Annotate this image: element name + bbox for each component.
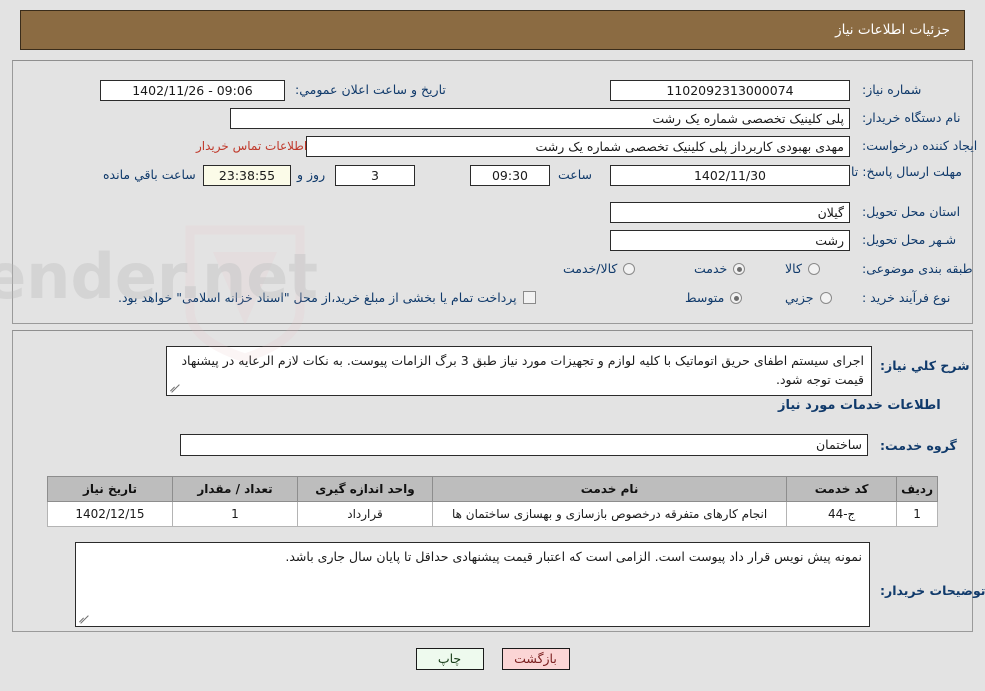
need-summary-textarea[interactable]: اجرای سیستم اطفای حریق اتوماتیک با کلیه … [166,346,872,396]
category-option-goods[interactable]: کالا [785,261,820,276]
cell-code: ج-44 [786,501,898,527]
table-row: 1 ج-44 انجام کارهای متفرقه درخصوص بازساز… [47,501,938,527]
th-date: تاریخ نیاز [47,476,173,502]
category-option-goods-label: کالا [785,261,802,276]
buyer-notes-text: نمونه پیش نویس قرار داد پیوست است. الزام… [285,549,862,564]
province-label-row: استان محل تحویل: [862,204,960,219]
cell-qty: 1 [172,501,298,527]
need-summary-label-wrap: شرح کلي نیاز: [880,358,969,373]
th-row: ردیف [896,476,938,502]
deadline-days-field: 3 [335,165,415,186]
buyer-org-field: پلی کلینیک تخصصی شماره یک رشت [230,108,850,129]
page-root: جزئیات اطلاعات نیاز شماره نیاز: 11020923… [0,0,985,691]
category-label-row: طبقه بندی موضوعی: [862,261,973,276]
purchase-process-label: نوع فرآیند خرید : [862,290,951,305]
radio-minor-icon[interactable] [819,291,832,304]
treasury-docs-checkbox-row[interactable]: پرداخت تمام یا بخشی از مبلغ خرید،از محل … [118,290,536,305]
deadline-date-field: 1402/11/30 [610,165,850,186]
process-option-medium-label: متوسط [685,290,725,305]
countdown-suffix: ساعت باقي مانده [103,167,196,182]
service-group-field: ساختمان [180,434,868,456]
cell-date: 1402/12/15 [47,501,173,527]
deadline-time-label: ساعت [558,167,593,182]
countdown-field: 23:38:55 [203,165,291,186]
deadline-time-field: 09:30 [470,165,550,186]
category-option-service[interactable]: خدمت [694,261,746,276]
deadline-days-suffix: روز و [297,167,326,182]
buyer-org-label: نام دستگاه خریدار: [862,110,961,125]
need-number-field: 1102092313000074 [610,80,850,101]
th-qty: تعداد / مقدار [172,476,298,502]
buyer-notes-textarea[interactable]: نمونه پیش نویس قرار داد پیوست است. الزام… [75,542,870,627]
announce-datetime-label: تاریخ و ساعت اعلان عمومي: [295,82,446,97]
deadline-label-row: مهلت ارسال پاسخ: تا تاریخ: [817,164,962,179]
radio-goods-icon[interactable] [807,262,820,275]
buyer-notes-label-wrap: توضیحات خریدار: [880,583,985,598]
cell-row: 1 [896,501,938,527]
purchase-process-label-row: نوع فرآیند خرید : [862,290,950,305]
treasury-docs-checkbox-icon[interactable] [522,291,536,304]
treasury-docs-checkbox-label: پرداخت تمام یا بخشی از مبلغ خرید،از محل … [118,290,517,305]
category-option-goods-service-label: کالا/خدمت [563,261,618,276]
th-unit: واحد اندازه گیری [297,476,433,502]
process-option-minor-label: جزیي [785,290,814,305]
province-field: گیلان [610,202,850,223]
need-summary-label: شرح کلي نیاز: [880,358,970,373]
radio-goods-service-icon[interactable] [623,262,636,275]
radio-medium-icon[interactable] [730,291,743,304]
buyer-org-label-row: نام دستگاه خریدار: [862,110,960,125]
services-table: ردیف کد خدمت نام خدمت واحد اندازه گیری ت… [47,476,938,527]
radio-service-icon[interactable] [733,262,746,275]
th-code: کد خدمت [786,476,898,502]
page-header: جزئیات اطلاعات نیاز [20,10,965,50]
button-bar: بازگشت چاپ [0,648,985,670]
announce-datetime-label-row: تاریخ و ساعت اعلان عمومي: [295,82,446,97]
services-section-heading: اطلاعات خدمات مورد نیاز [778,398,941,413]
service-group-label: گروه خدمت: [880,438,957,453]
category-option-goods-service[interactable]: کالا/خدمت [563,261,636,276]
need-number-label-row: شماره نیاز: [862,82,921,97]
creator-label-row: ایجاد کننده درخواست: [862,138,977,153]
page-title: جزئیات اطلاعات نیاز [835,22,950,38]
cell-unit: قرارداد [297,501,433,527]
creator-label: ایجاد کننده درخواست: [862,138,978,153]
buyer-notes-label: توضیحات خریدار: [880,583,985,598]
creator-field: مهدی بهبودی کاربرداز پلی کلینیک تخصصی شم… [306,136,850,157]
cell-name: انجام کارهای متفرقه درخصوص بازسازی و بهس… [431,501,788,527]
need-summary-text: اجرای سیستم اطفای حریق اتوماتیک با کلیه … [181,353,864,387]
announce-datetime-field: 09:06 - 1402/11/26 [100,80,285,101]
city-label-row: شـهر محل تحویل: [862,232,956,247]
buyer-contact-link[interactable]: اطلاعات تماس خریدار [196,139,307,153]
category-option-service-label: خدمت [694,261,728,276]
resize-grip-icon[interactable] [170,383,180,393]
table-header-row: ردیف کد خدمت نام خدمت واحد اندازه گیری ت… [47,476,938,502]
buyer-notes-resize-grip-icon[interactable] [79,614,89,624]
province-label: استان محل تحویل: [862,204,961,219]
need-number-label: شماره نیاز: [862,82,922,97]
back-button[interactable]: بازگشت [501,648,570,670]
deadline-label: مهلت ارسال پاسخ: تا تاریخ: [817,164,962,179]
category-label: طبقه بندی موضوعی: [862,261,973,276]
city-field: رشت [610,230,850,251]
process-option-medium[interactable]: متوسط [685,290,743,305]
service-group-label-wrap: گروه خدمت: [880,438,957,453]
process-option-minor[interactable]: جزیي [785,290,832,305]
city-label: شـهر محل تحویل: [862,232,957,247]
th-name: نام خدمت [431,476,788,502]
print-button[interactable]: چاپ [415,648,484,670]
